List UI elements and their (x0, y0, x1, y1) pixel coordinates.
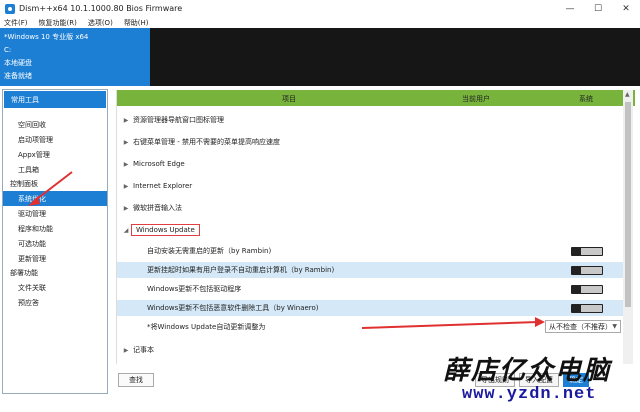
sidebar-item-file-assoc[interactable]: 文件关联 (3, 280, 107, 295)
toggle-switch[interactable] (571, 284, 603, 294)
expand-icon[interactable]: ▶ (119, 347, 133, 354)
title-bar: Dism++x64 10.1.1000.80 Bios Firmware — ☐… (0, 0, 640, 17)
category-windows-update[interactable]: ◢ Windows Update (117, 222, 623, 238)
sidebar-group-deploy[interactable]: 部署功能 (3, 266, 107, 280)
sidebar-item-system-optimization[interactable]: 系统优化 (3, 191, 107, 206)
update-policy-select[interactable]: 从不检查（不推荐） ▼ (545, 320, 621, 333)
sidebar-item-startup[interactable]: 启动项管理 (3, 132, 107, 147)
sidebar-item-answer-file[interactable]: 预应答 (3, 295, 107, 310)
sidebar-item-appx[interactable]: Appx管理 (3, 147, 107, 162)
minimize-icon[interactable]: — (556, 0, 584, 17)
watermark-url: www.yzdn.net (462, 385, 597, 404)
menu-restore[interactable]: 恢复功能(R) (39, 18, 77, 28)
expand-icon[interactable]: ▶ (119, 139, 133, 146)
toggle-switch[interactable] (571, 303, 603, 313)
expand-icon[interactable]: ▶ (119, 161, 133, 168)
sidebar-item-space-recovery[interactable]: 空间回收 (3, 117, 107, 132)
close-icon[interactable]: ✕ (612, 0, 640, 17)
sidebar: 常用工具 空间回收 启动项管理 Appx管理 工具箱 控制面板 系统优化 驱动管… (2, 89, 108, 394)
expand-icon[interactable]: ▶ (119, 205, 133, 212)
column-item[interactable]: 项目 (282, 94, 296, 104)
category-explorer-icons[interactable]: ▶ 资源管理器导航窗口图标管理 (117, 112, 623, 128)
category-ie[interactable]: ▶ Internet Explorer (117, 178, 623, 194)
sidebar-item-drivers[interactable]: 驱动管理 (3, 206, 107, 221)
maximize-icon[interactable]: ☐ (584, 0, 612, 17)
expand-icon[interactable]: ▶ (119, 183, 133, 190)
os-name: *Windows 10 专业版 x64 (4, 33, 89, 41)
vertical-scrollbar[interactable]: ▲ (623, 90, 633, 364)
expand-icon[interactable]: ▶ (119, 117, 133, 124)
option-row[interactable]: Windows更新不包括驱动程序 (117, 281, 623, 297)
column-header: 项目 当前用户 系统 (117, 90, 635, 106)
menu-help[interactable]: 帮助(H) (124, 18, 149, 28)
sidebar-item-toolbox[interactable]: 工具箱 (3, 162, 107, 177)
sidebar-item-programs[interactable]: 程序和功能 (3, 221, 107, 236)
option-row[interactable]: Windows更新不包括恶意软件删除工具（by Winaero) (117, 300, 623, 316)
status-text: 准备就绪 (4, 72, 32, 80)
category-edge[interactable]: ▶ Microsoft Edge (117, 156, 623, 172)
option-row[interactable]: 更新挂起时如果有用户登录不自动重启计算机（by Rambin) (117, 262, 623, 278)
window-title: Dism++x64 10.1.1000.80 Bios Firmware (19, 4, 183, 13)
category-pinyin[interactable]: ▶ 微软拼音输入法 (117, 200, 623, 216)
drive-letter: C: (4, 46, 12, 54)
category-context-menu[interactable]: ▶ 右键菜单管理 - 禁用不需要的菜单提高响应速度 (117, 134, 623, 150)
drive-type: 本地硬盘 (4, 59, 32, 67)
sidebar-group-control-panel[interactable]: 控制面板 (3, 177, 107, 191)
chevron-down-icon: ▼ (612, 323, 617, 330)
scrollbar-thumb[interactable] (625, 102, 631, 307)
watermark-text: 薛店亿众电脑 (443, 356, 612, 386)
column-current-user[interactable]: 当前用户 (462, 94, 490, 104)
scroll-up-icon[interactable]: ▲ (625, 91, 630, 98)
menu-options[interactable]: 选项(O) (88, 18, 113, 28)
find-button[interactable]: 查找 (118, 373, 154, 387)
session-list-area (150, 28, 640, 86)
sidebar-group-common-tools[interactable]: 常用工具 (4, 91, 106, 108)
sidebar-item-optional-features[interactable]: 可选功能 (3, 236, 107, 251)
menu-bar: 文件(F) 恢复功能(R) 选项(O) 帮助(H) (0, 17, 640, 28)
policy-label: *将Windows Update自动更新调整为 (147, 323, 266, 331)
column-system[interactable]: 系统 (579, 94, 593, 104)
sidebar-item-updates[interactable]: 更新管理 (3, 251, 107, 266)
toggle-switch[interactable] (571, 246, 603, 256)
menu-file[interactable]: 文件(F) (4, 18, 28, 28)
windows-update-label: Windows Update (131, 224, 200, 236)
app-logo-icon (5, 3, 15, 14)
toggle-switch[interactable] (571, 265, 603, 275)
session-info-panel[interactable]: *Windows 10 专业版 x64 C: 本地硬盘 准备就绪 (0, 28, 150, 86)
option-row[interactable]: 自动安装无需重启的更新（by Rambin) (117, 243, 623, 259)
